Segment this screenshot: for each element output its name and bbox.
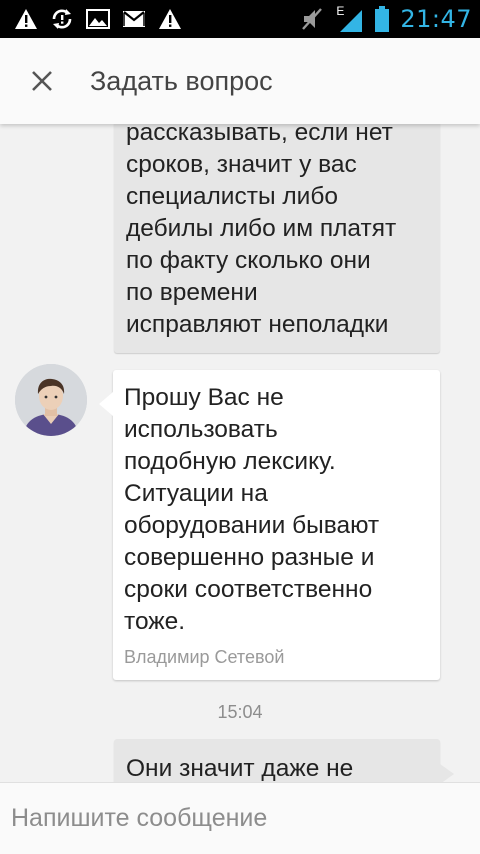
message-line: оборудовании бывают (124, 512, 380, 539)
network-type-label: E (336, 4, 345, 18)
app-bar: Задать вопрос (0, 38, 480, 124)
message-line: исправляют неполадки (126, 311, 389, 338)
message-line: тоже. (124, 608, 186, 635)
message-line: совершенно разные и (124, 544, 375, 571)
message-line: Прошу Вас не (124, 384, 284, 411)
message-input[interactable] (0, 783, 480, 854)
system-indicators: E 21:47 (300, 4, 480, 33)
message-composer (0, 782, 480, 854)
message-line: Они значит даже не (126, 755, 354, 782)
sync-icon (50, 7, 74, 31)
message-line: подобную лексику. (124, 448, 336, 475)
warning-icon (158, 7, 182, 31)
signal-icon: E (334, 4, 364, 32)
message-line: рассказывать, если нет (126, 124, 393, 146)
chat-thread[interactable]: рассказывать, если нет сроков, значит у … (0, 124, 480, 782)
warning-icon (14, 7, 38, 31)
close-button[interactable] (20, 59, 64, 103)
message-line: сроков, значит у вас (126, 151, 357, 178)
image-icon (86, 7, 110, 31)
status-clock: 21:47 (400, 5, 472, 33)
gmail-icon (122, 7, 146, 31)
avatar[interactable] (15, 364, 87, 436)
message-line: по времени (126, 279, 258, 306)
message-line: специалисты либо (126, 183, 338, 210)
page-title: Задать вопрос (90, 65, 273, 96)
battery-icon (374, 6, 390, 32)
message-timestamp: 15:04 (217, 702, 263, 722)
mute-icon (300, 7, 324, 31)
message-bubble-incoming[interactable]: Прошу Вас не использовать подобную лекси… (99, 370, 440, 680)
message-line: Ситуации на (124, 480, 268, 507)
message-line: по факту сколько они (126, 247, 371, 274)
message-author: Владимир Сетевой (124, 647, 285, 667)
message-line: дебилы либо им платят (126, 215, 397, 242)
status-bar: E 21:47 (0, 0, 480, 38)
notification-icons (0, 7, 182, 31)
bubble-tail (440, 764, 454, 782)
message-bubble-outgoing[interactable]: рассказывать, если нет сроков, значит у … (114, 124, 440, 353)
bubble-tail (99, 392, 113, 416)
message-line: сроки соответственно (124, 576, 373, 603)
message-line: использовать (124, 416, 278, 443)
close-icon (32, 71, 52, 91)
message-bubble-outgoing[interactable]: Они значит даже не (114, 739, 440, 782)
